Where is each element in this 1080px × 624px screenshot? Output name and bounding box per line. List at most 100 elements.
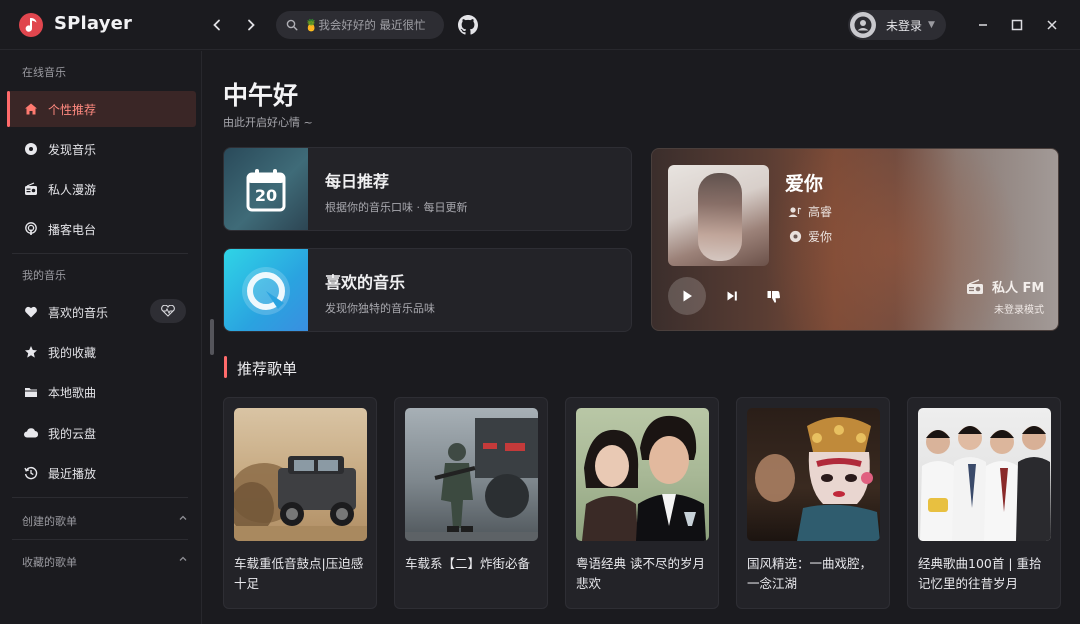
- sidebar-item-discover[interactable]: 发现音乐: [8, 131, 196, 167]
- soldier-cover-art: [405, 418, 538, 541]
- user-icon: [854, 16, 872, 34]
- scrollbar-thumb[interactable]: [210, 319, 214, 355]
- app-logo-icon: [19, 13, 43, 37]
- section-accent-bar: [224, 356, 227, 378]
- user-name: 未登录: [886, 18, 923, 33]
- star-icon: [23, 344, 39, 360]
- playlist-name[interactable]: 粤语经典 读不尽的岁月悲欢: [576, 554, 710, 594]
- liked-music-logo-icon: [242, 267, 290, 315]
- close-icon: [1047, 20, 1057, 30]
- page-subtitle: 由此开启好心情 ~: [223, 116, 313, 129]
- fm-play-button[interactable]: [668, 277, 706, 315]
- search-icon: [286, 19, 298, 31]
- sidebar-item-liked[interactable]: 喜欢的音乐: [8, 294, 196, 330]
- playlist-name[interactable]: 国风精选：一曲戏腔，一念江湖: [747, 554, 881, 594]
- playlist-card[interactable]: 粤语经典 读不尽的岁月悲欢: [565, 397, 719, 609]
- fm-label-text: 私人 FM: [992, 281, 1045, 296]
- album-icon: [788, 230, 802, 244]
- chevron-right-icon: [248, 19, 255, 31]
- playlist-card[interactable]: 国风精选：一曲戏腔，一念江湖: [736, 397, 890, 609]
- fm-artist[interactable]: 高睿: [788, 203, 832, 220]
- section-title-playlists[interactable]: 推荐歌单: [237, 358, 297, 379]
- sidebar-item-recommend[interactable]: 个性推荐: [7, 91, 196, 127]
- album-cover-figure: [698, 173, 742, 261]
- opera-cover-art: [755, 417, 880, 541]
- sidebar-divider: [12, 253, 188, 254]
- playlist-name[interactable]: 经典歌曲100首 | 重拾记忆里的往昔岁月: [918, 554, 1052, 594]
- avatar: [850, 12, 876, 38]
- fm-artist-name: 高睿: [808, 205, 833, 219]
- back-button[interactable]: [206, 14, 228, 36]
- skip-next-icon: [727, 291, 737, 301]
- sidebar-item-cloud[interactable]: 我的云盘: [8, 415, 196, 451]
- close-button[interactable]: [1042, 15, 1062, 35]
- disc-icon: [23, 141, 39, 157]
- chevron-up-icon: [179, 556, 187, 561]
- daily-recommend-cover: 20: [224, 148, 308, 230]
- collected-playlists-title: 收藏的歌单: [22, 556, 77, 569]
- playlist-cover: [405, 408, 538, 541]
- folder-icon: [23, 384, 39, 400]
- app-window: SPlayer 未登录 ▼: [0, 0, 1080, 624]
- chevron-up-icon: [179, 515, 187, 520]
- couple-cover-art: [582, 415, 706, 541]
- sidebar-divider: [12, 539, 188, 540]
- heartbeat-mode-button[interactable]: [150, 299, 186, 323]
- maximize-icon: [1011, 19, 1023, 31]
- created-playlists-toggle[interactable]: 创建的歌单: [22, 513, 188, 529]
- playlist-name[interactable]: 车载重低音鼓点|压迫感十足: [234, 554, 368, 594]
- minimize-button[interactable]: [973, 15, 993, 35]
- history-icon: [23, 465, 39, 481]
- car-cover-art: [234, 456, 367, 541]
- play-icon: [683, 290, 692, 302]
- sidebar-item-collection[interactable]: 我的收藏: [8, 334, 196, 370]
- sidebar-item-label: 我的收藏: [48, 345, 97, 360]
- radio-icon: [966, 278, 984, 295]
- user-menu[interactable]: 未登录 ▼: [848, 10, 946, 40]
- artist-icon: [788, 205, 802, 219]
- playlist-card[interactable]: 车载重低音鼓点|压迫感十足: [223, 397, 377, 609]
- fm-dislike-button[interactable]: [765, 288, 781, 304]
- daily-recommend-desc: 根据你的音乐口味 · 每日更新: [325, 201, 468, 214]
- collected-playlists-toggle[interactable]: 收藏的歌单: [22, 554, 188, 570]
- created-playlists-title: 创建的歌单: [22, 515, 77, 528]
- sidebar-item-label: 我的云盘: [48, 426, 97, 441]
- sidebar-item-label: 喜欢的音乐: [48, 305, 109, 320]
- sidebar-item-private-roam[interactable]: 私人漫游: [8, 171, 196, 207]
- playlist-card[interactable]: 经典歌曲100首 | 重拾记忆里的往昔岁月: [907, 397, 1061, 609]
- sidebar-item-recent[interactable]: 最近播放: [8, 455, 196, 491]
- forward-button[interactable]: [240, 14, 262, 36]
- sidebar-item-podcast[interactable]: 播客电台: [8, 211, 196, 247]
- sidebar-item-label: 发现音乐: [48, 142, 97, 157]
- liked-music-title: 喜欢的音乐: [325, 273, 406, 292]
- fm-label: 私人 FM: [966, 277, 1044, 296]
- liked-music-cover: [224, 249, 308, 331]
- sidebar-item-label: 最近播放: [48, 466, 97, 481]
- daily-recommend-card[interactable]: 20 每日推荐 根据你的音乐口味 · 每日更新: [223, 147, 632, 231]
- search-box[interactable]: [276, 11, 444, 39]
- maximize-button[interactable]: [1007, 15, 1027, 35]
- search-input[interactable]: [304, 18, 434, 32]
- podcast-icon: [23, 221, 39, 237]
- app-name: SPlayer: [54, 13, 133, 34]
- page-title: 中午好: [223, 81, 299, 110]
- fm-next-button[interactable]: [724, 288, 740, 304]
- personal-fm-card[interactable]: 爱你 高睿 爱你 私人 FM 未登录模式: [651, 148, 1059, 331]
- fm-album-cover[interactable]: [668, 165, 769, 266]
- thumbs-down-icon: [767, 290, 780, 303]
- heartbeat-icon: [161, 305, 175, 317]
- fm-album[interactable]: 爱你: [788, 228, 832, 245]
- playlist-card[interactable]: 车载系【二】炸街必备: [394, 397, 548, 609]
- liked-music-card[interactable]: 喜欢的音乐 发现你独特的音乐品味: [223, 248, 632, 332]
- sidebar-divider: [12, 497, 188, 498]
- calendar-day: 20: [254, 186, 278, 205]
- sidebar-item-local[interactable]: 本地歌曲: [8, 374, 196, 410]
- section-title-mine: 我的音乐: [22, 269, 66, 282]
- chevron-left-icon: [213, 19, 220, 31]
- github-icon[interactable]: [458, 15, 478, 35]
- fm-song-title[interactable]: 爱你: [785, 169, 823, 196]
- sidebar-item-label: 私人漫游: [48, 182, 97, 197]
- fm-album-name: 爱你: [808, 230, 833, 244]
- playlist-cover: [576, 408, 709, 541]
- playlist-name[interactable]: 车载系【二】炸街必备: [405, 554, 539, 574]
